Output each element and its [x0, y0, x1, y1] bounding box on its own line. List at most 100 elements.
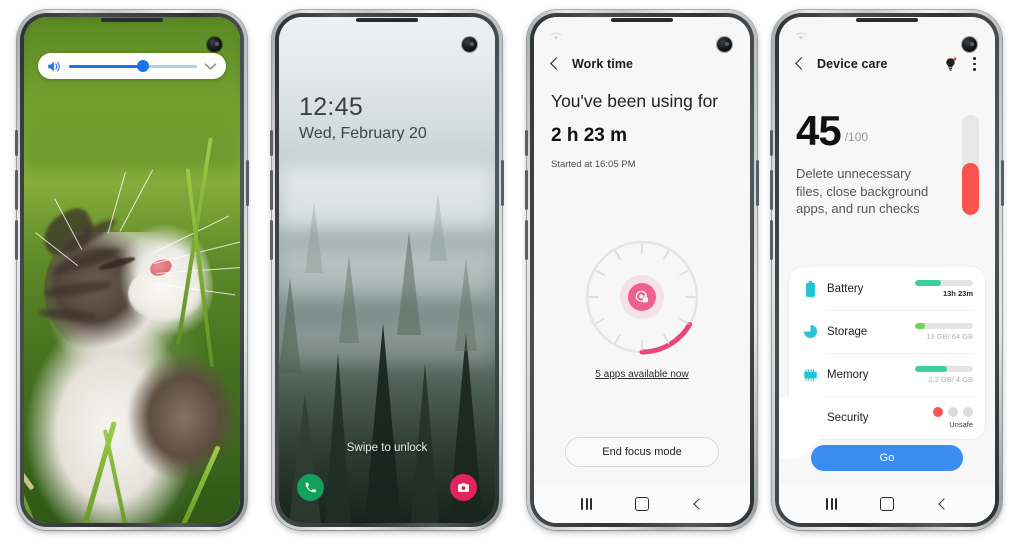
phone-screen-3: Work time You've been using for 2 h 23 m…	[534, 17, 750, 523]
phone-screen-2: 12:45 Wed, February 20 Swipe to unlock	[279, 17, 495, 523]
chevron-down-icon[interactable]	[204, 62, 217, 71]
list-item[interactable]: Memory 2.2 GB/ 4 GB	[789, 353, 985, 396]
side-button[interactable]	[770, 130, 773, 156]
volume-up-icon[interactable]	[47, 60, 62, 73]
tree	[289, 393, 321, 523]
back-icon[interactable]	[937, 499, 948, 510]
phone-device-3: Work time You've been using for 2 h 23 m…	[525, 10, 759, 530]
kitten-wallpaper	[24, 17, 240, 523]
row-value: 13h 23m	[942, 288, 973, 298]
work-time-appbar: Work time	[534, 49, 750, 79]
tree	[339, 255, 359, 343]
security-dots	[933, 406, 973, 417]
screenshot-canvas: 12:45 Wed, February 20 Swipe to unlock W…	[0, 0, 1024, 543]
volume-panel[interactable]	[38, 53, 226, 79]
list-item[interactable]: Storage 13 GB/ 64 GB	[789, 310, 985, 353]
back-icon[interactable]	[692, 499, 703, 510]
phone-device-1	[15, 10, 249, 530]
row-value: 2.2 GB/ 4 GB	[928, 375, 973, 384]
work-time-duration: 2 h 23 m	[551, 125, 628, 146]
tree	[325, 353, 351, 523]
lightbulb-icon[interactable]	[944, 57, 957, 72]
side-button[interactable]	[525, 130, 528, 156]
earpiece-slit	[611, 18, 673, 22]
side-button[interactable]	[270, 130, 273, 156]
volume-up-button[interactable]	[15, 170, 18, 210]
volume-down-button[interactable]	[525, 220, 528, 260]
phone-screen-4: Device care 45 /100 Delete unnecessary f…	[779, 17, 995, 523]
focus-mode-icon	[628, 283, 656, 311]
power-button[interactable]	[756, 160, 759, 206]
volume-slider-fill	[69, 64, 144, 68]
row-value-total: / 64 GB	[947, 331, 973, 341]
volume-up-button[interactable]	[525, 170, 528, 210]
side-button[interactable]	[15, 130, 18, 156]
phone-device-2: 12:45 Wed, February 20 Swipe to unlock	[270, 10, 504, 530]
wifi-icon	[550, 32, 562, 40]
recents-icon[interactable]	[581, 498, 592, 510]
wifi-icon	[795, 32, 807, 40]
appbar-title: Device care	[817, 57, 888, 71]
row-value: 13 GB/ 64 GB	[926, 332, 973, 341]
row-label: Storage	[827, 325, 868, 338]
row-value-used: 13 GB	[926, 331, 948, 341]
work-time-headline: You've been using for	[551, 91, 719, 111]
gauge-fill	[962, 163, 979, 215]
back-arrow-icon[interactable]	[793, 58, 806, 71]
power-button[interactable]	[246, 160, 249, 206]
focus-timer-dial[interactable]	[576, 231, 708, 363]
score-denominator: /100	[844, 130, 869, 145]
volume-slider-thumb[interactable]	[137, 60, 150, 72]
memory-chip-icon	[801, 368, 819, 382]
storage-pie-icon	[801, 324, 819, 339]
volume-up-button[interactable]	[270, 170, 273, 210]
tree	[429, 195, 447, 261]
front-camera-punch-hole	[717, 37, 732, 52]
navigation-bar-3	[534, 485, 750, 523]
row-label: Memory	[827, 368, 869, 381]
phone-device-4: Device care 45 /100 Delete unnecessary f…	[770, 10, 1004, 530]
tree	[397, 231, 421, 335]
device-care-score: 45 /100	[796, 107, 869, 154]
volume-down-button[interactable]	[270, 220, 273, 260]
row-label: Security	[827, 411, 869, 424]
earpiece-slit	[101, 18, 163, 22]
row-status: Unsafe	[907, 406, 973, 429]
recents-icon[interactable]	[826, 498, 837, 510]
navigation-bar-4	[779, 485, 995, 523]
volume-down-button[interactable]	[770, 220, 773, 260]
camera-shortcut[interactable]	[450, 474, 477, 501]
tree	[365, 323, 401, 523]
power-button[interactable]	[1001, 160, 1004, 206]
back-arrow-icon[interactable]	[548, 58, 561, 71]
front-camera-punch-hole	[207, 37, 222, 52]
volume-down-button[interactable]	[15, 220, 18, 260]
tree	[279, 277, 301, 373]
earpiece-slit	[856, 18, 918, 22]
row-status: 13h 23m	[907, 279, 973, 298]
swipe-to-unlock-hint: Swipe to unlock	[346, 442, 428, 454]
end-focus-mode-button[interactable]: End focus mode	[565, 437, 719, 467]
appbar-title: Work time	[572, 57, 634, 71]
power-button[interactable]	[501, 160, 504, 206]
go-button[interactable]: Go	[811, 445, 963, 471]
list-item[interactable]: Battery 13h 23m	[789, 267, 985, 310]
volume-slider[interactable]	[69, 60, 197, 72]
row-status: 2.2 GB/ 4 GB	[907, 365, 973, 384]
home-icon[interactable]	[634, 497, 649, 511]
score-value: 45	[796, 107, 842, 154]
apps-available-link[interactable]: 5 apps available now	[534, 369, 750, 380]
volume-up-button[interactable]	[770, 170, 773, 210]
more-options-icon[interactable]	[968, 57, 981, 72]
row-label: Battery	[827, 282, 864, 295]
row-value: Unsafe	[949, 419, 973, 429]
row-value-used: 2.2 GB	[928, 374, 952, 384]
camera-icon	[458, 483, 469, 492]
home-icon[interactable]	[879, 497, 894, 511]
row-bar	[915, 279, 973, 286]
device-care-list: Battery 13h 23m Storage 13 GB/ 64 GB Mem…	[789, 267, 985, 439]
battery-icon	[801, 280, 819, 297]
phone-shortcut[interactable]	[297, 474, 324, 501]
row-bar	[915, 322, 973, 329]
front-camera-punch-hole	[962, 37, 977, 52]
